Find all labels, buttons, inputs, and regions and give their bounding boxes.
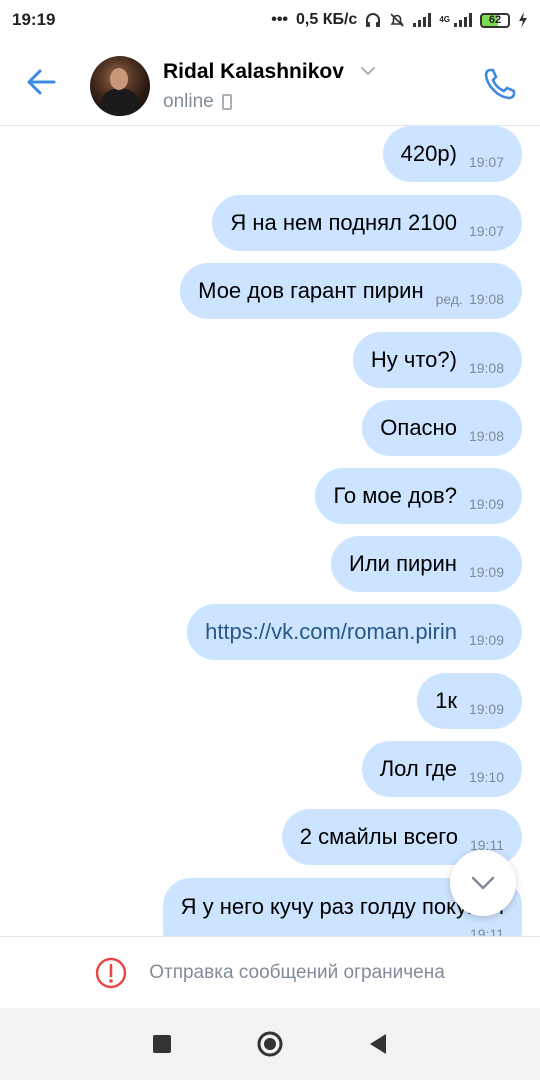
message-text: Лол где <box>379 756 457 781</box>
message-bubble[interactable]: 420р) 19:07 <box>382 126 522 182</box>
message-time: 19:11 <box>470 926 504 936</box>
message-time: 19:09 <box>468 496 504 512</box>
message-text: 420р) <box>400 141 457 166</box>
back-arrow-icon <box>27 69 56 95</box>
status-time: 19:19 <box>12 10 56 29</box>
message-text: Или пирин <box>349 551 457 576</box>
message-link[interactable]: https://vk.com/roman.pirin <box>205 619 457 645</box>
mobile-icon <box>221 94 232 110</box>
battery-level: 62 <box>488 14 502 26</box>
message-bubble[interactable]: Или пирин 19:09 <box>331 536 522 592</box>
message-time: 19:09 <box>468 701 504 717</box>
mute-icon <box>390 13 404 27</box>
message-edited-label: ред. <box>435 291 463 307</box>
headphones-icon <box>366 13 381 27</box>
avatar[interactable] <box>90 56 150 116</box>
signal-icon-2 <box>454 13 472 27</box>
message-text: Ну что?) <box>370 347 457 372</box>
status-text: online <box>163 91 214 112</box>
message-bubble[interactable]: Опасно 19:08 <box>362 400 522 456</box>
avatar-body <box>100 88 140 116</box>
network-type: 4G <box>439 15 450 24</box>
dots-icon: ••• <box>271 11 289 28</box>
back-triangle-icon[interactable] <box>368 1033 388 1055</box>
message-list[interactable]: 420р) 19:07 Я на нем поднял 2100 19:07 М… <box>0 126 540 936</box>
message-bubble[interactable]: Го мое дов? 19:09 <box>315 468 522 524</box>
message-bubble[interactable]: Я на нем поднял 2100 19:07 <box>212 195 522 251</box>
chevron-down-icon <box>471 876 495 890</box>
back-button[interactable] <box>22 62 62 102</box>
message-time: 19:09 <box>468 564 504 580</box>
battery-icon: 62 <box>480 12 510 28</box>
message-time: 19:07 <box>468 223 504 239</box>
message-time: 19:09 <box>468 632 504 648</box>
message-text: Мое дов гарант пирин <box>198 278 424 303</box>
avatar-face <box>110 68 128 90</box>
message-text: Го мое дов? <box>333 483 457 508</box>
alert-circle-icon <box>96 957 127 988</box>
recents-square-icon[interactable] <box>152 1034 172 1054</box>
network-speed: 0,5 КБ/с <box>296 11 358 28</box>
message-time: 19:08 <box>468 428 504 444</box>
message-text: 2 смайлы всего <box>299 824 458 849</box>
message-bubble[interactable]: Мое дов гарант пирин ред. 19:08 <box>180 263 522 319</box>
scroll-to-bottom-button[interactable] <box>450 850 516 916</box>
call-button[interactable] <box>480 64 520 104</box>
phone-call-icon <box>484 68 516 100</box>
message-bubble[interactable]: https://vk.com/roman.pirin 19:09 <box>187 604 522 660</box>
message-bubble[interactable]: 1к 19:09 <box>417 673 522 729</box>
contact-name[interactable]: Ridal Kalashnikov <box>163 60 344 84</box>
message-time: 19:07 <box>468 154 504 170</box>
chat-header: Ridal Kalashnikov online <box>0 40 540 126</box>
message-time: 19:08 <box>468 291 504 307</box>
home-circle-icon[interactable] <box>256 1030 284 1058</box>
message-text: Я на нем поднял 2100 <box>230 210 457 235</box>
message-bubble[interactable]: Ну что?) 19:08 <box>352 332 522 388</box>
charging-icon <box>519 12 527 28</box>
system-nav-bar <box>0 1008 540 1080</box>
message-time: 19:10 <box>468 769 504 785</box>
message-time: 19:08 <box>468 360 504 376</box>
restriction-message: Отправка сообщений ограничена <box>149 961 445 983</box>
message-text: Опасно <box>380 415 457 440</box>
message-text: 1к <box>435 688 457 713</box>
contact-status: online <box>163 91 232 113</box>
chevron-down-icon[interactable] <box>360 66 376 76</box>
restriction-banner: Отправка сообщений ограничена <box>0 936 540 1008</box>
signal-icon <box>413 13 432 27</box>
message-bubble[interactable]: Лол где 19:10 <box>361 741 522 797</box>
status-icons: ••• 0,5 КБ/с 4G 62 <box>271 11 528 29</box>
status-bar: 19:19 ••• 0,5 КБ/с 4G 62 <box>0 0 540 40</box>
